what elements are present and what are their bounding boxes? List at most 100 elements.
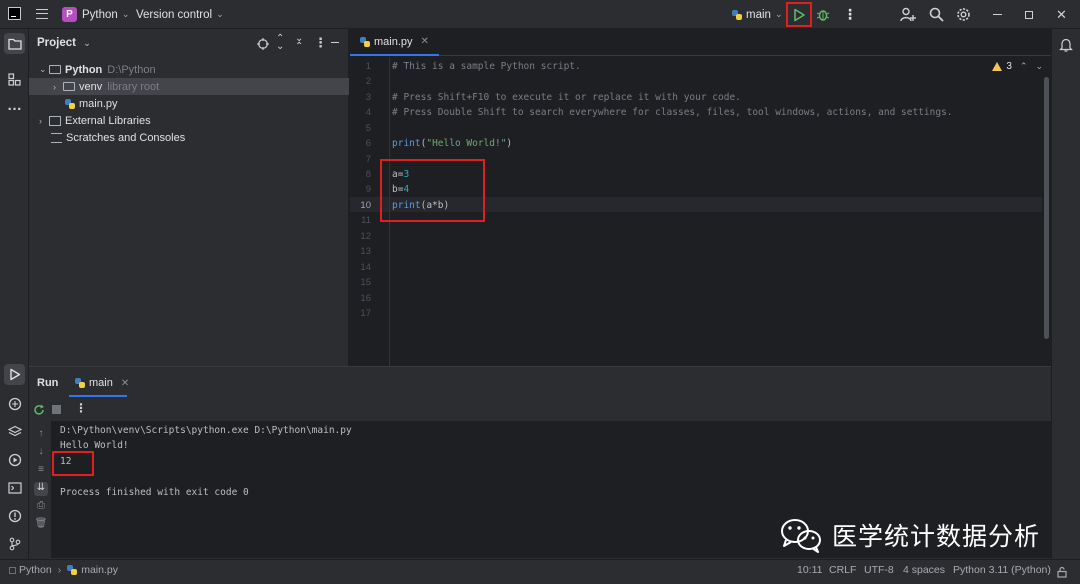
more-icon[interactable]: ⋮ — [75, 401, 87, 415]
tree-item-label: External Libraries — [65, 114, 151, 127]
breadcrumb-file[interactable]: main.py — [81, 564, 118, 576]
python-icon — [75, 378, 85, 388]
menu-icon[interactable] — [36, 9, 48, 19]
tree-item-main-py[interactable]: main.py — [29, 95, 349, 112]
vcs-label: Version control — [136, 8, 213, 21]
collapse-icon[interactable]: ⌄ ⌃ — [295, 34, 303, 52]
vcs-selector[interactable]: Version control ⌄ — [136, 0, 224, 29]
line-number: 10 — [360, 200, 371, 211]
python-console-button[interactable] — [4, 393, 25, 414]
scroll-to-end-icon[interactable]: ⇊ — [34, 482, 48, 496]
line-ending[interactable]: CRLF — [829, 564, 856, 576]
more-icon[interactable]: ⋮ — [314, 35, 327, 51]
chevron-up-icon[interactable]: ⌃ — [1020, 61, 1028, 72]
restore-icon[interactable] — [1025, 0, 1033, 29]
wechat-logo-icon — [781, 519, 821, 553]
code-line-1: # This is a sample Python script. — [392, 61, 581, 72]
target-icon[interactable] — [257, 38, 269, 50]
project-panel-title: Project — [37, 37, 76, 49]
breadcrumb-project[interactable]: Python — [19, 564, 52, 576]
more-tools-icon[interactable]: … — [4, 95, 25, 116]
right-tool-strip — [1051, 29, 1080, 559]
line-number: 12 — [360, 231, 371, 242]
output-highlight-box — [52, 451, 94, 476]
chevron-down-icon: ⌄ — [216, 9, 224, 19]
close-icon[interactable]: ✕ — [121, 378, 129, 389]
left-tool-strip: … — [0, 29, 29, 559]
search-icon[interactable] — [929, 7, 944, 22]
soft-wrap-icon[interactable]: ≡ — [34, 464, 48, 478]
layers-button[interactable] — [4, 421, 25, 442]
run-tool-button[interactable] — [4, 364, 25, 385]
tree-item-label: main.py — [79, 97, 118, 110]
project-panel: Project ⌄ ⌃ ⌄ ⌄ ⌃ ⋮ ⌄ Python D:\Python › v… — [29, 29, 349, 366]
git-button[interactable] — [4, 533, 25, 554]
tab-main-py[interactable]: main.py ✕ — [350, 29, 439, 56]
arrow-down-icon[interactable]: ↓ — [34, 446, 48, 460]
tree-item-scratches[interactable]: Scratches and Consoles — [29, 129, 349, 146]
settings-icon[interactable] — [956, 7, 971, 22]
services-button[interactable] — [4, 449, 25, 470]
arrow-up-icon[interactable]: ↑ — [34, 428, 48, 442]
line-number: 5 — [365, 123, 371, 134]
problems-button[interactable] — [4, 505, 25, 526]
chevron-right-icon: › — [57, 564, 62, 576]
run-tab-main[interactable]: main ✕ — [75, 377, 129, 389]
rerun-icon[interactable] — [33, 404, 45, 416]
notifications-icon[interactable] — [1059, 37, 1073, 52]
python-file-icon — [65, 98, 75, 109]
folder-icon — [49, 65, 61, 74]
run-panel-title: Run — [37, 377, 59, 389]
run-tab-underline — [69, 395, 127, 397]
caret-position[interactable]: 10:11 — [797, 564, 823, 576]
layers-icon — [7, 425, 22, 436]
indent-setting[interactable]: 4 spaces — [903, 564, 945, 576]
code-line-4: # Press Double Shift to search everywher… — [392, 107, 953, 118]
editor-scrollbar[interactable] — [1044, 77, 1049, 339]
tree-item-external-libraries[interactable]: › External Libraries — [29, 112, 349, 129]
project-badge: P — [62, 7, 77, 22]
close-icon[interactable]: ✕ — [1056, 0, 1067, 29]
file-encoding[interactable]: UTF-8 — [864, 564, 894, 576]
more-icon[interactable]: ⋮ — [843, 0, 857, 29]
warning-count: 3 — [1006, 61, 1012, 72]
tree-item-hint: library root — [107, 80, 160, 93]
problems-icon — [8, 509, 21, 522]
stop-icon[interactable] — [52, 405, 61, 414]
console-line: D:\Python\venv\Scripts\python.exe D:\Pyt… — [60, 425, 352, 436]
run-config-name: main — [746, 8, 771, 21]
code-line-6: print("Hello World!") — [392, 138, 512, 149]
folder-icon — [7, 38, 22, 50]
add-user-icon[interactable] — [900, 7, 916, 22]
hide-panel-icon[interactable] — [331, 42, 339, 44]
print-icon[interactable]: ⎙ — [34, 500, 48, 514]
folder-icon — [63, 82, 75, 91]
module-icon — [9, 566, 16, 574]
tree-item-label: Scratches and Consoles — [66, 131, 186, 144]
line-number: 7 — [365, 154, 371, 165]
inspection-widget[interactable]: 3 ⌃ ⌄ — [992, 61, 1043, 72]
editor: main.py ✕ 3 ⌃ ⌄ 1 2 3 4 5 6 7 8 9 10 11 … — [350, 29, 1051, 366]
logo-icon — [8, 7, 21, 20]
line-number: 8 — [365, 169, 371, 180]
run-config-selector[interactable]: main ⌄ — [732, 0, 782, 29]
chevron-down-icon[interactable]: ⌄ — [1035, 61, 1043, 72]
trash-icon[interactable]: 🗑 — [34, 518, 48, 532]
close-icon[interactable]: ✕ — [421, 36, 429, 47]
terminal-button[interactable] — [4, 477, 25, 498]
tree-item-venv[interactable]: › venv library root — [29, 78, 349, 95]
tree-item-python[interactable]: ⌄ Python D:\Python — [29, 61, 349, 78]
project-selector[interactable]: P Python ⌄ — [62, 0, 129, 29]
chevron-right-icon: › — [39, 115, 42, 126]
expand-icon[interactable]: ⌃ ⌄ — [276, 34, 284, 52]
chevron-right-icon: › — [53, 81, 56, 92]
minimize-icon[interactable] — [993, 0, 1002, 29]
run-icon[interactable] — [792, 8, 806, 22]
structure-tool-button[interactable] — [4, 69, 25, 90]
project-tool-button[interactable] — [4, 33, 25, 54]
project-panel-header[interactable]: Project ⌄ — [37, 37, 91, 49]
lock-icon[interactable] — [1056, 566, 1068, 578]
line-number: 1 — [365, 61, 371, 72]
debug-icon[interactable] — [816, 7, 830, 22]
interpreter-selector[interactable]: Python 3.11 (Python) — [953, 564, 1051, 576]
